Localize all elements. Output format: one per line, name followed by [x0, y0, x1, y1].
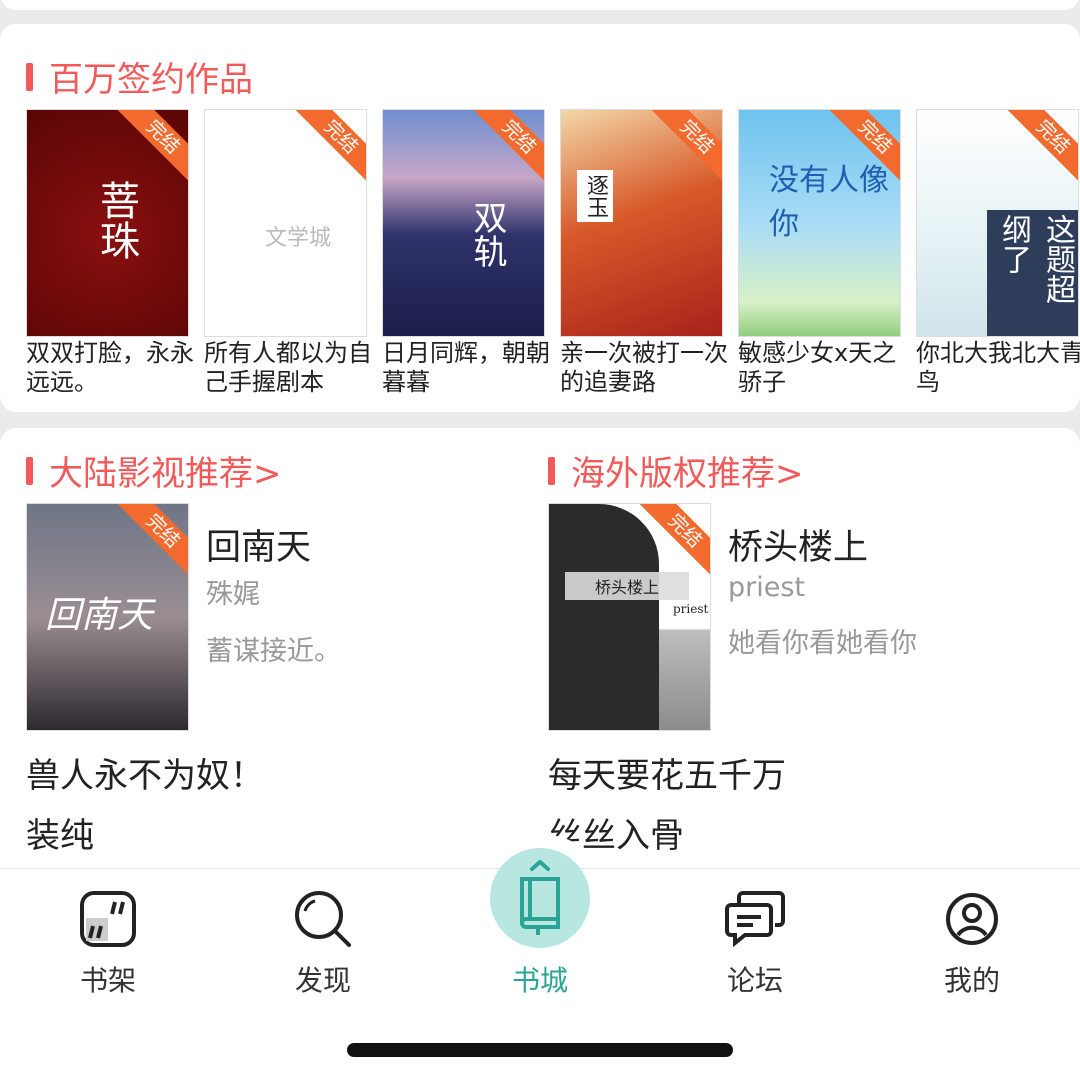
book-description: 蓄谋接近。 [206, 636, 341, 667]
book-card[interactable]: 没有人像你 完结 敏感少女x天之骄子 [738, 109, 901, 397]
chat-icon [723, 887, 787, 951]
profile-icon [940, 887, 1004, 951]
book-caption: 所有人都以为自己手握剧本 [204, 339, 372, 396]
home-indicator [347, 1043, 733, 1057]
tab-discover[interactable]: 发现 [263, 887, 383, 999]
completed-badge: 完结 [470, 110, 544, 186]
silhouette-graphic [549, 504, 659, 730]
book-cover: 这题超纲了 完结 [916, 109, 1079, 337]
mainland-section-title[interactable]: 大陆影视推荐> [26, 446, 282, 495]
book-cover: 没有人像你 完结 [738, 109, 901, 337]
book-cover: 回南天 完结 [26, 503, 189, 731]
tab-forum[interactable]: 论坛 [695, 887, 815, 999]
book-description: 她看你看她看你 [728, 628, 917, 659]
completed-badge: 完结 [648, 110, 722, 186]
book-card[interactable]: 双轨 完结 日月同辉，朝朝暮暮 [382, 109, 550, 397]
book-cover: 文学城 完结 [204, 109, 367, 337]
book-card[interactable]: 文学城 完结 所有人都以为自己手握剧本 [204, 109, 372, 397]
completed-badge: 完结 [114, 110, 188, 186]
book-caption: 你北大我北大青鸟 [916, 339, 1080, 396]
completed-badge: 完结 [114, 504, 188, 580]
book-author: 殊娓 [206, 579, 260, 610]
completed-badge: 完结 [1004, 110, 1078, 186]
book-cover: 菩珠 完结 [26, 109, 189, 337]
placeholder-logo: 文学城 [265, 226, 332, 251]
completed-badge: 完结 [292, 110, 366, 186]
book-author: priest [728, 572, 806, 603]
book-title: 桥头楼上 [728, 528, 869, 568]
search-icon [291, 887, 355, 951]
book-card[interactable]: 这题超纲了 完结 你北大我北大青鸟 [916, 109, 1080, 397]
book-card[interactable]: 逐玉 完结 亲一次被打一次的追妻路 [560, 109, 728, 397]
title-accent-bar [26, 456, 33, 485]
title-accent-bar [26, 62, 33, 91]
book-caption: 日月同辉，朝朝暮暮 [382, 339, 550, 396]
book-cover: 桥头楼上 priest 完结 [548, 503, 711, 731]
book-caption: 亲一次被打一次的追妻路 [560, 339, 728, 396]
book-title: 回南天 [206, 528, 312, 568]
list-item[interactable]: 兽人永不为奴！ [26, 748, 264, 797]
list-item[interactable]: 每天要花五千万 [548, 748, 786, 797]
bookshelf-icon [76, 887, 140, 951]
book-caption: 双双打脸，永永远远。 [26, 339, 194, 396]
overseas-feature-book[interactable]: 桥头楼上 priest 完结 桥头楼上 priest 她看你看她看你 [548, 503, 917, 731]
million-section-title: 百万签约作品 [26, 52, 253, 101]
feature-info: 回南天 殊娓 蓄谋接近。 [206, 519, 526, 668]
title-accent-bar [548, 456, 555, 485]
book-card[interactable]: 菩珠 完结 双双打脸，永永远远。 [26, 109, 194, 397]
previous-card [0, 0, 1080, 10]
book-caption: 敏感少女x天之骄子 [738, 339, 897, 396]
mainland-feature-book[interactable]: 回南天 完结 回南天 殊娓 蓄谋接近。 [26, 503, 341, 731]
bookstore-active-button[interactable] [490, 848, 590, 948]
tab-bookshelf[interactable]: 书架 [48, 887, 168, 999]
overseas-section-title[interactable]: 海外版权推荐> [548, 446, 804, 495]
book-cover: 双轨 完结 [382, 109, 545, 337]
tab-profile[interactable]: 我的 [912, 887, 1032, 999]
list-item[interactable]: 装纯 [26, 808, 94, 857]
book-icon [520, 860, 560, 935]
feature-info: 桥头楼上 priest 她看你看她看你 [728, 519, 1048, 660]
book-cover: 逐玉 完结 [560, 109, 723, 337]
